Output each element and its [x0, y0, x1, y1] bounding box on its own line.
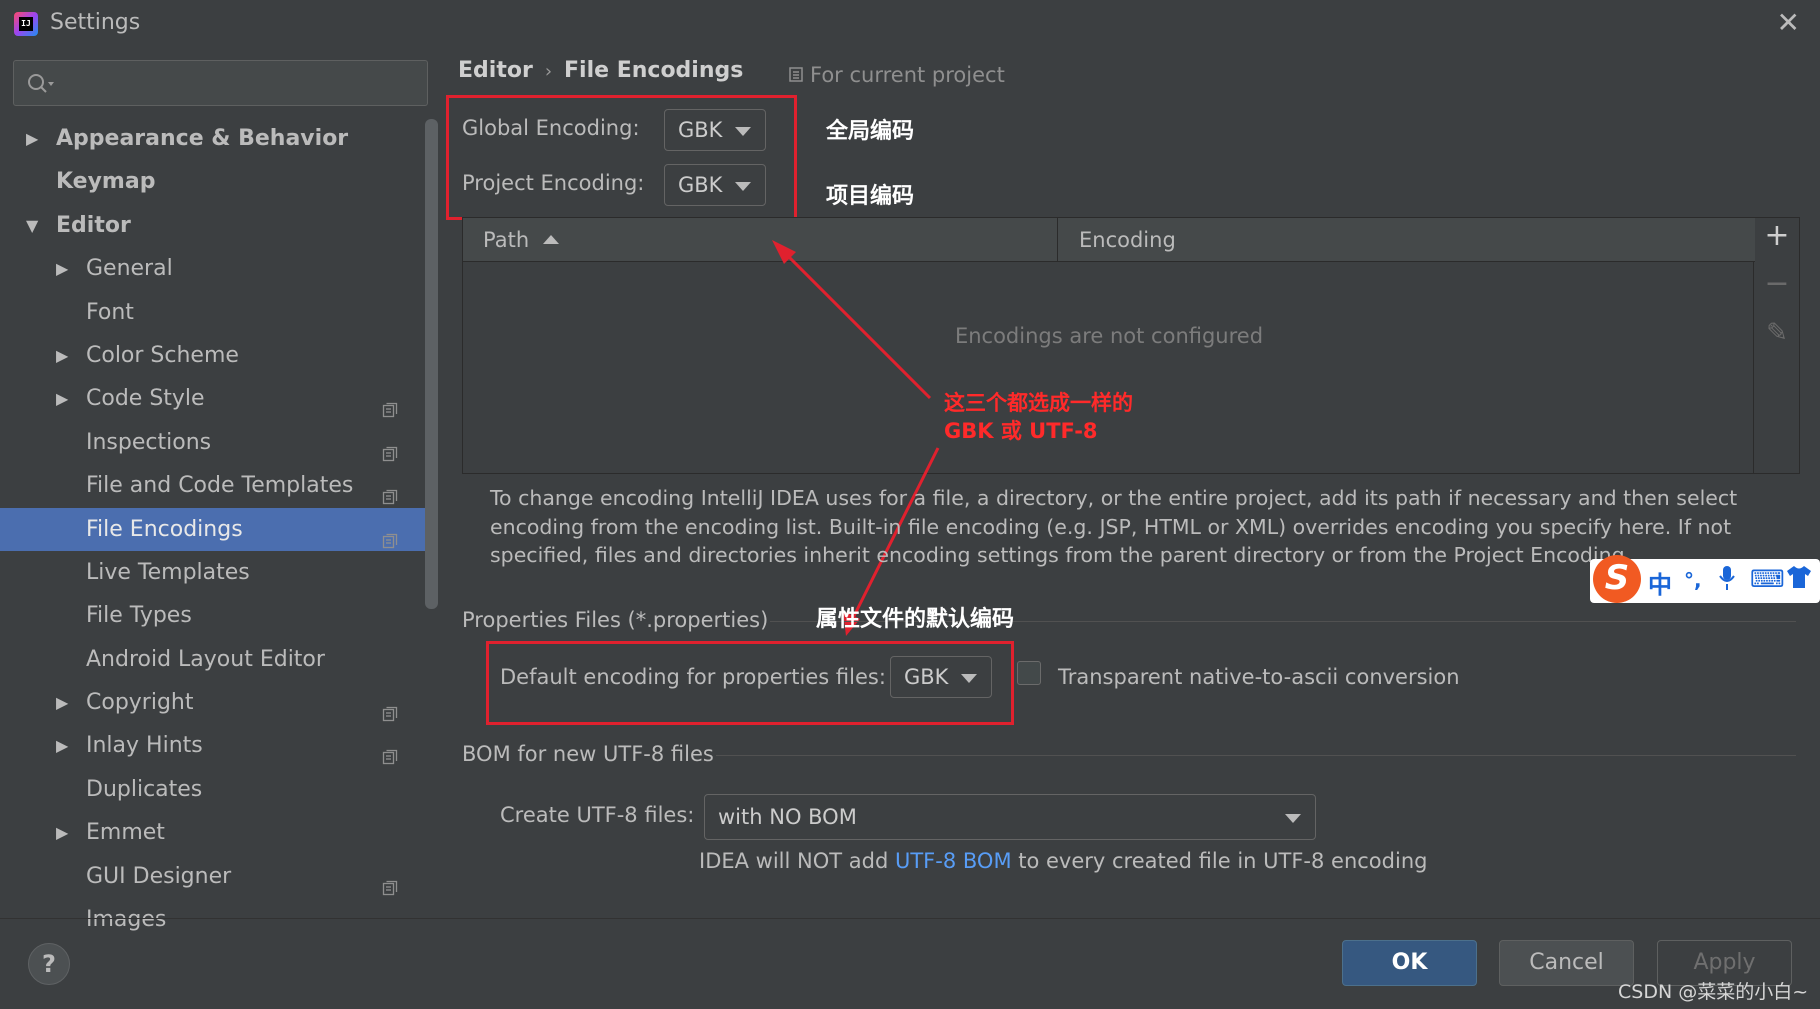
bom-hint-after: to every created file in UTF-8 encoding [1011, 849, 1428, 873]
annotation-same-line2: GBK 或 UTF-8 [944, 419, 1098, 443]
annotation-box-properties [486, 641, 1014, 725]
microphone-icon[interactable] [1718, 565, 1736, 597]
bom-hint-before: IDEA will NOT add [699, 849, 895, 873]
bom-section-title: BOM for new UTF-8 files [462, 742, 714, 766]
keyboard-icon[interactable]: ⌨ [1750, 565, 1785, 593]
sogou-logo-icon[interactable]: S [1593, 555, 1641, 603]
help-button[interactable]: ? [28, 943, 70, 985]
csdn-watermark: CSDN @菜菜的小白~ [1618, 981, 1809, 1003]
bom-hint: IDEA will NOT add UTF-8 BOM to every cre… [699, 849, 1427, 873]
skin-shirt-icon[interactable] [1786, 565, 1812, 595]
bom-section-divider [716, 755, 1796, 756]
native-to-ascii-label[interactable]: Transparent native-to-ascii conversion [1058, 665, 1460, 689]
ok-button[interactable]: OK [1342, 940, 1477, 986]
create-utf8-combo[interactable]: with NO BOM [704, 794, 1316, 840]
encoding-description: To change encoding IntelliJ IDEA uses fo… [490, 486, 1738, 567]
annotation-same-line1: 这三个都选成一样的 [944, 391, 1133, 415]
create-utf8-label: Create UTF-8 files: [500, 803, 695, 827]
cancel-button[interactable]: Cancel [1499, 940, 1634, 986]
utf8-bom-link[interactable]: UTF-8 BOM [895, 849, 1012, 873]
properties-section-title: Properties Files (*.properties) [462, 608, 769, 632]
native-to-ascii-checkbox[interactable] [1017, 661, 1041, 685]
ime-toolbar[interactable]: S 中 °, ⌨ [1590, 555, 1820, 603]
annotation-properties-cn: 属性文件的默认编码 [816, 607, 1015, 632]
ime-chinese-mode[interactable]: 中 [1648, 565, 1672, 600]
create-utf8-value: with NO BOM [718, 805, 857, 829]
bottom-divider [0, 918, 1820, 919]
chevron-down-icon [1285, 814, 1301, 823]
ime-punctuation-icon[interactable]: °, [1684, 568, 1702, 592]
